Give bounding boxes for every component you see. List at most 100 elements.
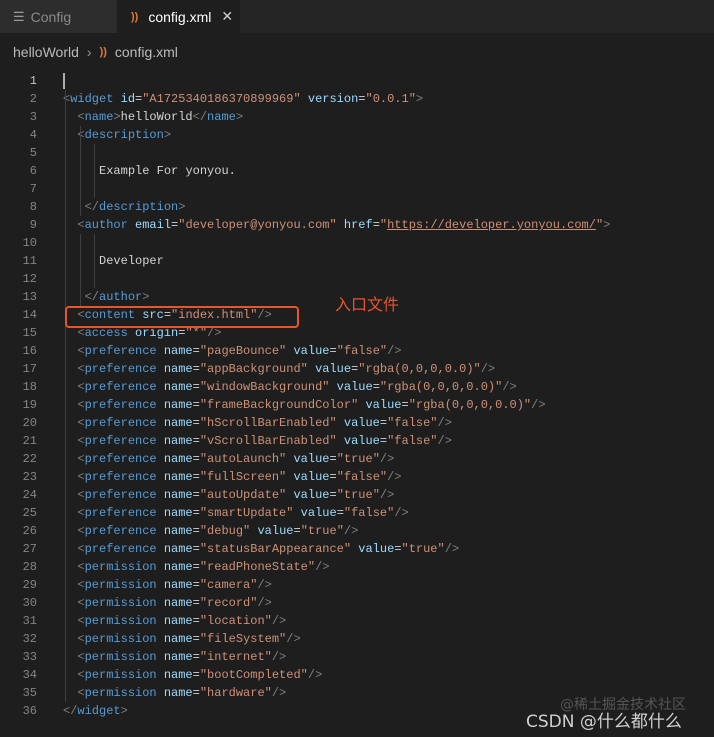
line-number: 27 [22,542,37,556]
code-line[interactable]: 9 <author email = "developer@yonyou.com" h… [0,216,714,234]
code-token: "true" [336,488,380,502]
code-line[interactable]: 21 <preference name="vScrollBarEnabled" … [0,432,714,450]
code-token: = [192,398,200,412]
code-line[interactable]: 4 <description> [0,126,714,144]
code-line[interactable]: 10 [0,234,714,252]
code-token: "autoUpdate" [199,488,287,502]
code-line[interactable]: 32 <permission name="fileSystem"/> [0,630,714,648]
code-token: < [77,398,85,412]
code-line[interactable]: 29 <permission name="camera"/> [0,576,714,594]
code-token: = [192,416,200,430]
code-token: name [163,578,193,592]
code-token: href [343,218,373,232]
code-token: value [365,398,402,412]
code-token: widget [70,92,114,106]
code-line[interactable]: 7 [0,180,714,198]
code-line[interactable]: 3 <name>helloWorld</name> [0,108,714,126]
code-line[interactable]: 25 <preference name="smartUpdate" value=… [0,504,714,522]
code-token: widget [77,704,121,718]
code-token: yonyou. [185,164,236,178]
line-number: 9 [29,218,37,232]
code-line[interactable]: 33 <permission name="internet"/> [0,648,714,666]
code-token: name [163,434,193,448]
code-text: <preference name="autoLaunch" value="tru… [63,450,394,468]
code-line[interactable]: 30 <permission name="record"/> [0,594,714,612]
code-line[interactable]: 20 <preference name="hScrollBarEnabled" … [0,414,714,432]
code-editor[interactable]: 1 2 <widget id="A1725340186370899969" vers… [0,72,714,720]
code-token: name [163,632,193,646]
code-line[interactable]: 5 [0,144,714,162]
code-token: /> [207,326,222,340]
code-token: /> [257,578,272,592]
code-line[interactable]: 1 [0,72,714,90]
code-token: > [603,218,611,232]
code-token: < [77,380,85,394]
code-token: preference [84,488,157,502]
code-text: <preference name="statusBarAppearance" v… [63,540,459,558]
code-text: <permission name="record"/> [63,594,271,612]
code-token: "true" [336,452,380,466]
code-line[interactable]: 8 </description> [0,198,714,216]
code-token: = [192,524,200,538]
code-line[interactable]: 19 <preference name="frameBackgroundColo… [0,396,714,414]
code-token: = [329,452,337,466]
code-token: value [293,452,330,466]
code-token: /> [343,524,359,538]
code-token: "0.0.1" [365,92,416,106]
code-token: "hScrollBarEnabled" [199,416,337,430]
code-line[interactable]: 28 <permission name="readPhoneState"/> [0,558,714,576]
code-token: "pageBounce" [199,344,287,358]
code-token: < [77,452,85,466]
code-token: preference [84,506,157,520]
code-line[interactable]: 12 [0,270,714,288]
close-icon[interactable]: ✕ [221,8,233,25]
code-line[interactable]: 18 <preference name="windowBackground" v… [0,378,714,396]
code-line[interactable]: 6 Example For yonyou. [0,162,714,180]
chevron-right-icon: › [86,44,92,60]
code-token: = [379,416,388,430]
code-text: <permission name="camera"/> [63,576,272,594]
code-line[interactable]: 17 <preference name="appBackground" valu… [0,360,714,378]
code-token: "windowBackground" [199,380,330,394]
code-line[interactable]: 27 <preference name="statusBarAppearance… [0,540,714,558]
code-token: < [77,128,85,142]
code-text: <permission name="fileSystem"/> [63,630,300,648]
code-line[interactable]: 31 <permission name="location"/> [0,612,714,630]
code-line[interactable]: 2 <widget id="A1725340186370899969" versi… [0,90,714,108]
line-number: 31 [22,614,37,628]
line-number: 5 [29,146,37,160]
code-token: name [163,668,193,682]
code-line[interactable]: 24 <preference name="autoUpdate" value="… [0,486,714,504]
code-text: </description> [63,198,186,216]
code-line[interactable]: 11 Developer [0,252,714,270]
code-token: < [77,488,85,502]
code-token: = [192,650,200,664]
breadcrumb-folder[interactable]: helloWorld [13,44,79,60]
code-token: permission [84,686,157,700]
line-number: 34 [22,668,37,682]
code-token: permission [84,560,157,574]
code-token: value [257,524,294,538]
code-token: /> [271,686,287,700]
code-token: < [77,416,85,430]
tab-config-xml[interactable]: )) config.xml ✕ [117,0,240,33]
code-token: "vScrollBarEnabled" [199,434,337,448]
breadcrumb-file[interactable]: config.xml [115,44,178,60]
code-token: "fileSystem" [199,632,287,646]
code-line[interactable]: 26 <preference name="debug" value="true"… [0,522,714,540]
indent-guide [94,234,95,288]
code-token: preference [84,362,157,376]
code-line[interactable]: 16 <preference name="pageBounce" value="… [0,342,714,360]
code-line[interactable]: 34 <permission name="bootCompleted"/> [0,666,714,684]
code-token: preference [84,380,157,394]
code-text: <preference name="frameBackgroundColor" … [63,396,545,414]
code-line[interactable]: 23 <preference name="fullScreen" value="… [0,468,714,486]
code-token: name [163,488,193,502]
tab-config[interactable]: ☰ Config [0,0,117,33]
line-number: 17 [22,362,37,376]
code-line[interactable]: 22 <preference name="autoLaunch" value="… [0,450,714,468]
code-text: <preference name="autoUpdate" value="tru… [63,486,394,504]
indent-guide [80,234,81,306]
